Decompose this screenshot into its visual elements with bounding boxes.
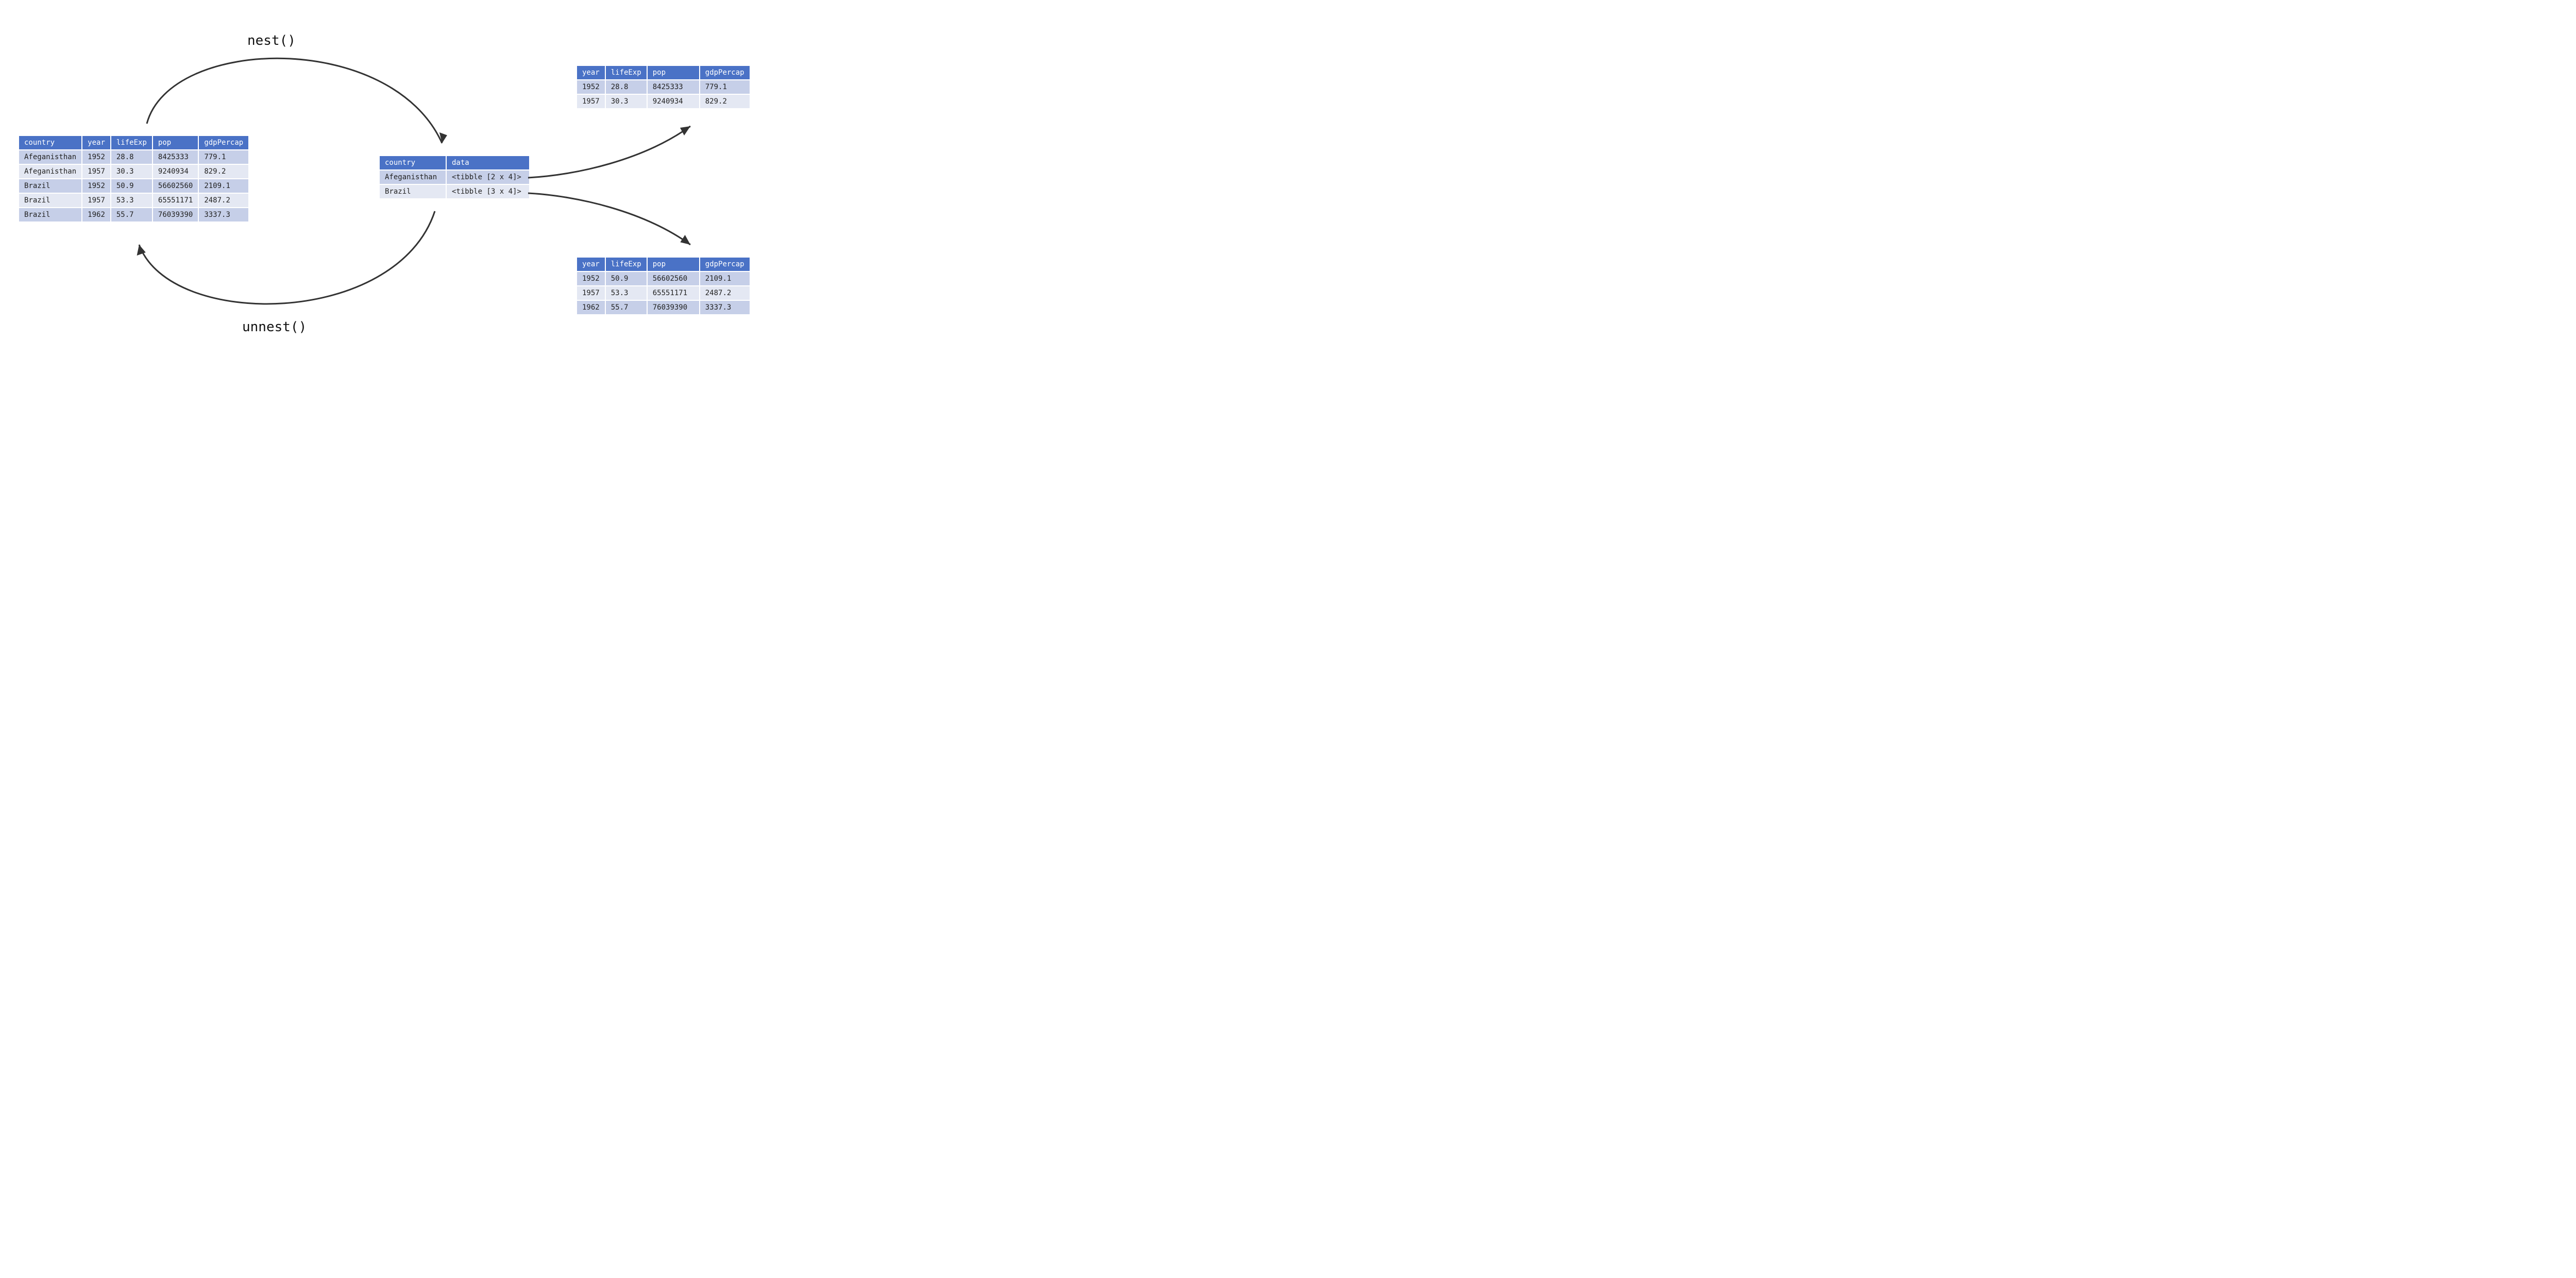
nest-label: nest() (247, 33, 296, 48)
tibble-a: year lifeExp pop gdpPercap 195228.884253… (576, 65, 751, 109)
arrowhead-icon (135, 244, 146, 255)
col-pop: pop (153, 136, 198, 149)
arrowhead-icon (680, 234, 691, 245)
arrowhead-icon (436, 132, 447, 144)
diagram-stage: nest() unnest() country year lifeExp pop… (0, 0, 804, 384)
unnest-arrow (139, 211, 435, 304)
col-pop: pop (648, 66, 699, 79)
col-lifeexp: lifeExp (111, 136, 152, 149)
arrowhead-icon (680, 126, 690, 135)
col-gdppercap: gdpPercap (700, 258, 750, 271)
col-year: year (577, 258, 605, 271)
col-gdppercap: gdpPercap (199, 136, 248, 149)
col-year: year (577, 66, 605, 79)
col-year: year (82, 136, 110, 149)
col-country: country (19, 136, 81, 149)
tibble-b-arrow (528, 193, 690, 245)
nest-arrow (147, 58, 442, 143)
flat-table: country year lifeExp pop gdpPercap Afega… (18, 135, 249, 223)
tibble-b: year lifeExp pop gdpPercap 195250.956602… (576, 257, 751, 315)
tibble-a-arrow (528, 126, 690, 178)
nested-table: country data Afeganisthan<tibble [2 x 4]… (379, 155, 530, 199)
col-country: country (380, 156, 446, 169)
col-pop: pop (648, 258, 699, 271)
col-data: data (447, 156, 529, 169)
col-lifeexp: lifeExp (606, 66, 647, 79)
col-gdppercap: gdpPercap (700, 66, 750, 79)
unnest-label: unnest() (242, 319, 307, 335)
col-lifeexp: lifeExp (606, 258, 647, 271)
